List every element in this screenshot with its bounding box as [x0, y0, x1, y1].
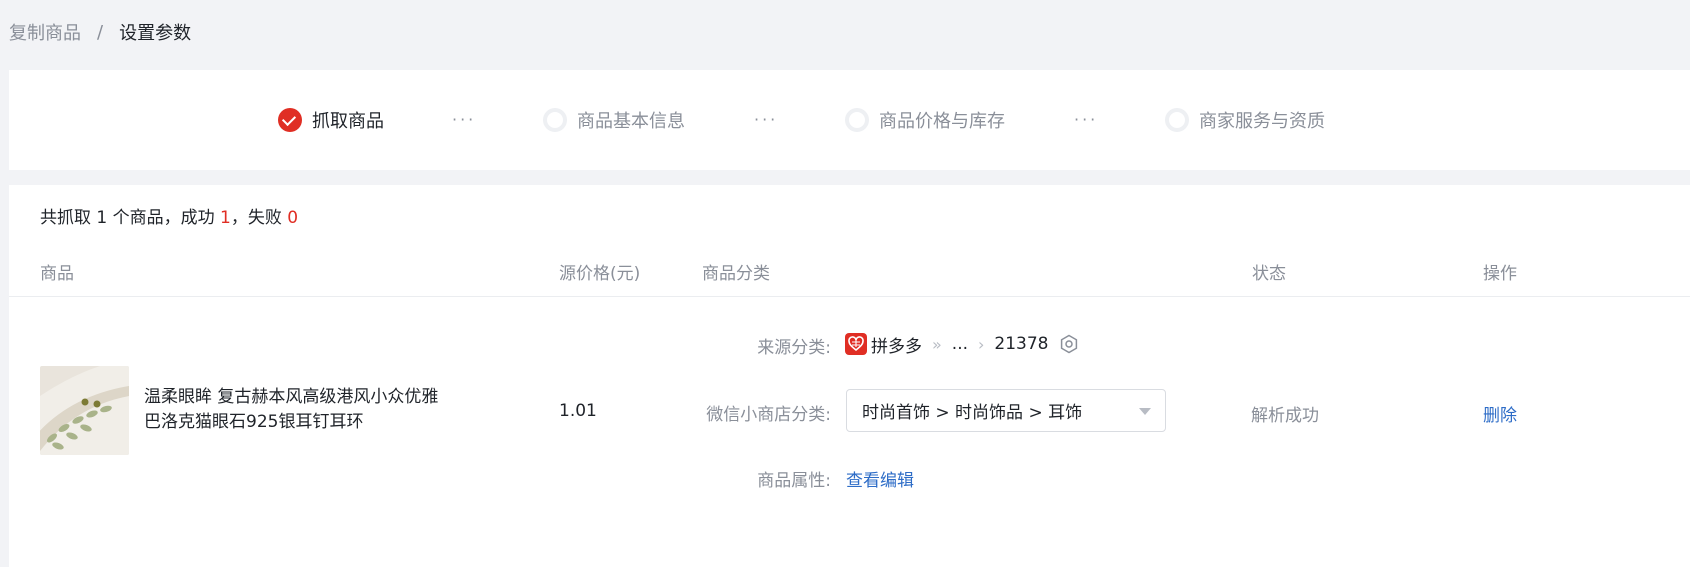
wechat-category-select[interactable]: 时尚首饰 > 时尚饰品 > 耳饰: [846, 389, 1166, 432]
step-service-qualification: 商家服务与资质: [1165, 106, 1325, 134]
step-label: 商品价格与库存: [879, 111, 1005, 132]
table-header: 商品 源价格(元) 商品分类 状态 操作: [9, 243, 1690, 297]
step-separator: ···: [1074, 110, 1099, 129]
breadcrumb: 复制商品 / 设置参数: [9, 19, 191, 45]
double-chevron-icon: »: [932, 334, 942, 354]
wechat-category-label: 微信小商店分类:: [706, 405, 831, 425]
step-label: 商品基本信息: [577, 111, 685, 132]
check-circle-icon: [278, 108, 302, 132]
product-price: 1.01: [559, 401, 597, 421]
source-category: 拼多多 » ... › 21378: [845, 331, 1079, 357]
column-header-action: 操作: [1483, 264, 1517, 284]
summary-middle: ，失败: [230, 208, 288, 228]
pinduoduo-logo-icon: [845, 333, 867, 355]
step-circle-icon: [1165, 108, 1189, 132]
breadcrumb-copy-product[interactable]: 复制商品: [9, 19, 81, 45]
view-edit-attributes-link[interactable]: 查看编辑: [846, 466, 914, 491]
column-header-category: 商品分类: [702, 264, 770, 284]
steps-panel: 抓取商品 ··· 商品基本信息 ··· 商品价格与库存 ··· 商家服务与资质: [9, 70, 1690, 170]
product-list-panel: 共抓取 1 个商品，成功 1，失败 0 商品 源价格(元) 商品分类 状态 操作: [9, 185, 1690, 567]
wechat-category-value: 时尚首饰 > 时尚饰品 > 耳饰: [862, 403, 1083, 423]
step-circle-icon: [543, 108, 567, 132]
source-category-label: 来源分类:: [757, 338, 831, 358]
step-separator: ···: [754, 110, 779, 129]
source-path-ellipsis: ...: [951, 334, 969, 354]
step-fetch-product: 抓取商品: [278, 106, 384, 134]
summary-prefix: 共抓取 1 个商品，成功: [40, 208, 221, 228]
column-header-product: 商品: [40, 264, 74, 284]
step-label: 抓取商品: [312, 111, 384, 132]
settings-icon[interactable]: [1059, 334, 1079, 354]
chevron-right-icon: ›: [978, 334, 985, 354]
column-header-price: 源价格(元): [559, 264, 641, 284]
breadcrumb-current: 设置参数: [119, 23, 192, 44]
parse-status: 解析成功: [1251, 406, 1319, 426]
source-category-id: 21378: [994, 334, 1049, 354]
delete-button[interactable]: 删除: [1483, 401, 1517, 426]
source-platform: 拼多多: [871, 336, 922, 357]
success-count: 1: [220, 208, 231, 228]
caret-down-icon: [1139, 408, 1151, 415]
product-thumbnail: [40, 366, 129, 455]
step-separator: ···: [452, 110, 477, 129]
breadcrumb-separator: /: [97, 21, 104, 43]
step-label: 商家服务与资质: [1199, 111, 1325, 132]
product-title: 温柔眼眸 复古赫本风高级港风小众优雅巴洛克猫眼石925银耳钉耳环: [144, 387, 439, 432]
step-circle-icon: [845, 108, 869, 132]
fetch-summary: 共抓取 1 个商品，成功 1，失败 0: [40, 203, 298, 228]
step-basic-info: 商品基本信息: [543, 106, 685, 134]
column-header-status: 状态: [1252, 264, 1286, 284]
fail-count: 0: [287, 208, 299, 228]
step-price-stock: 商品价格与库存: [845, 106, 1005, 134]
product-attributes-label: 商品属性:: [757, 471, 831, 491]
